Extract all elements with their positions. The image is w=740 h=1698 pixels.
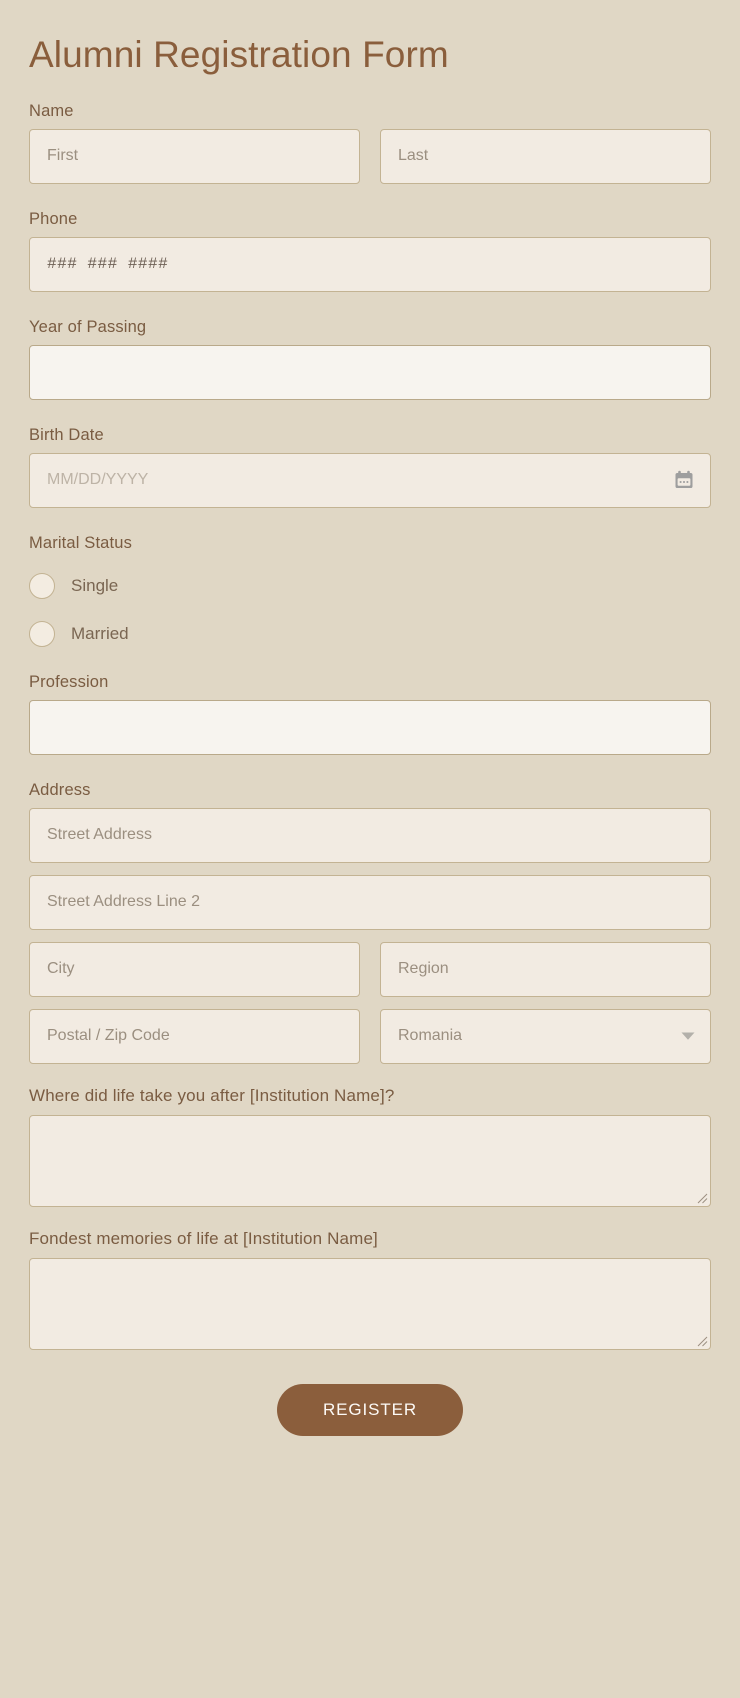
name-first-col [29, 129, 360, 184]
radio-married-label: Married [71, 624, 129, 644]
address-postal-country-row: Romania [29, 1009, 711, 1064]
label-name: Name [29, 102, 711, 121]
alumni-registration-form: Alumni Registration Form Name Phone ### … [0, 0, 740, 1698]
phone-placeholder: ### ### #### [47, 255, 168, 273]
city-input[interactable] [29, 942, 360, 997]
resize-grip-icon[interactable] [695, 1334, 708, 1347]
address-region-col [380, 942, 711, 997]
birth-date-wrap: MM/DD/YYYY [29, 453, 711, 508]
birth-date-placeholder: MM/DD/YYYY [47, 471, 148, 489]
radio-single-label: Single [71, 576, 118, 596]
street-address-input[interactable] [29, 808, 711, 863]
memories-question-textarea[interactable] [29, 1258, 711, 1350]
address-city-region-row [29, 942, 711, 997]
field-birth-date: Birth Date MM/DD/YYYY [29, 426, 711, 508]
street-address-line2-input[interactable] [29, 875, 711, 930]
address-city-col [29, 942, 360, 997]
radio-single-circle[interactable] [29, 573, 55, 599]
name-last-col [380, 129, 711, 184]
field-profession: Profession [29, 673, 711, 755]
radio-option-married[interactable]: Married [29, 621, 711, 647]
radio-married-circle[interactable] [29, 621, 55, 647]
label-year-of-passing: Year of Passing [29, 318, 711, 337]
address-country-col: Romania [380, 1009, 711, 1064]
profession-input[interactable] [29, 700, 711, 755]
resize-grip-icon[interactable] [695, 1191, 708, 1204]
country-selected-value: Romania [398, 1027, 462, 1045]
field-memories-question: Fondest memories of life at [Institution… [29, 1229, 711, 1350]
label-marital-status: Marital Status [29, 534, 711, 553]
birth-date-input[interactable]: MM/DD/YYYY [29, 453, 711, 508]
after-question-textarea[interactable] [29, 1115, 711, 1207]
label-after-question: Where did life take you after [Instituti… [29, 1086, 711, 1106]
field-after-question: Where did life take you after [Instituti… [29, 1086, 711, 1207]
phone-input[interactable]: ### ### #### [29, 237, 711, 292]
field-year-of-passing: Year of Passing [29, 318, 711, 400]
label-birth-date: Birth Date [29, 426, 711, 445]
submit-row: REGISTER [29, 1384, 711, 1476]
name-row [29, 129, 711, 184]
year-of-passing-input[interactable] [29, 345, 711, 400]
radio-option-single[interactable]: Single [29, 573, 711, 599]
label-address: Address [29, 781, 711, 800]
field-name: Name [29, 102, 711, 184]
page-title: Alumni Registration Form [29, 0, 711, 76]
last-name-input[interactable] [380, 129, 711, 184]
field-phone: Phone ### ### #### [29, 210, 711, 292]
label-memories-question: Fondest memories of life at [Institution… [29, 1229, 711, 1249]
region-input[interactable] [380, 942, 711, 997]
first-name-input[interactable] [29, 129, 360, 184]
field-address: Address Romania [29, 781, 711, 1064]
country-select[interactable]: Romania [380, 1009, 711, 1064]
address-postal-col [29, 1009, 360, 1064]
label-phone: Phone [29, 210, 711, 229]
register-button[interactable]: REGISTER [277, 1384, 463, 1436]
field-marital-status: Marital Status Single Married [29, 534, 711, 647]
label-profession: Profession [29, 673, 711, 692]
postal-code-input[interactable] [29, 1009, 360, 1064]
address-stack: Romania [29, 808, 711, 1064]
